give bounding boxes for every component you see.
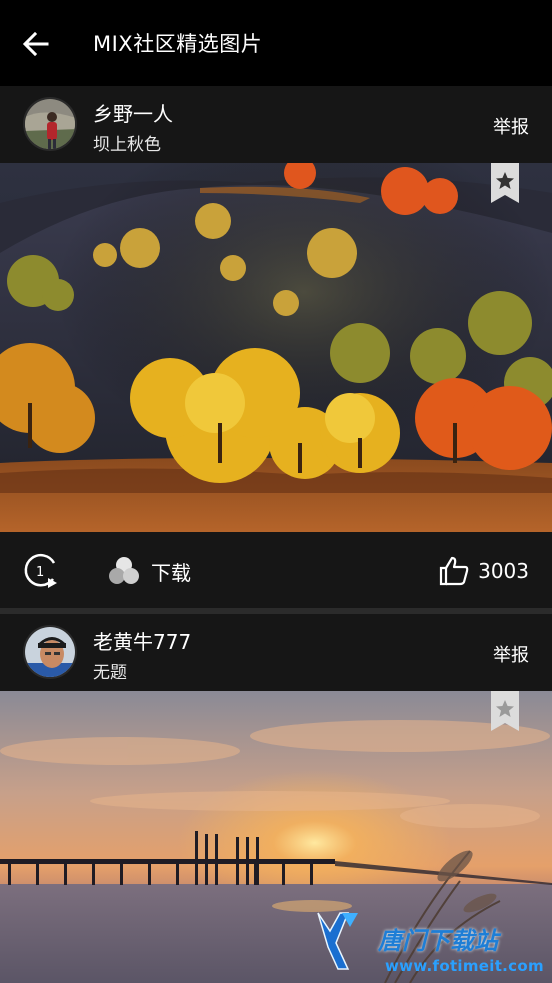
post-photo[interactable]	[0, 163, 552, 532]
post-photo[interactable]: 唐门下载站 www.fotimeit.com	[0, 691, 552, 983]
post-header: 老黄牛777 无题 举报	[0, 614, 552, 691]
app-screen: MIX社区精选图片 乡野一人 坝上秋色 举报 1 下载 3003 老黄牛777 …	[0, 0, 552, 983]
download-label: 下载	[151, 560, 191, 585]
report-button[interactable]: 举报	[493, 113, 529, 139]
back-button[interactable]	[14, 22, 58, 66]
photo-title: 坝上秋色	[93, 135, 161, 155]
star-bookmark-icon[interactable]	[491, 691, 519, 731]
download-icon	[109, 557, 139, 584]
username[interactable]: 老黄牛777	[93, 626, 191, 655]
watermark-text: 唐门下载站	[378, 927, 498, 955]
avatar[interactable]	[23, 97, 77, 151]
post-card: 乡野一人 坝上秋色 举报 1 下载 3003	[0, 86, 552, 608]
post-actions: 1 下载 3003	[0, 532, 552, 608]
top-bar: MIX社区精选图片	[0, 0, 552, 86]
replay-button[interactable]: 1	[23, 552, 61, 590]
report-button[interactable]: 举报	[493, 641, 529, 667]
download-button[interactable]: 下载	[106, 552, 191, 590]
replay-icon: 1	[24, 553, 57, 588]
username[interactable]: 乡野一人	[93, 98, 173, 127]
autumn-landscape-image	[0, 163, 552, 532]
like-button[interactable]: 3003	[438, 552, 529, 590]
page-title: MIX社区精选图片	[93, 32, 263, 56]
post-header: 乡野一人 坝上秋色 举报	[0, 86, 552, 163]
like-count: 3003	[478, 559, 529, 583]
star-bookmark-icon[interactable]	[491, 163, 519, 203]
avatar-image	[25, 627, 75, 677]
watermark-url: www.fotimeit.com	[385, 957, 544, 975]
photo-title: 无题	[93, 663, 127, 683]
avatar[interactable]	[23, 625, 77, 679]
svg-text:1: 1	[36, 565, 44, 580]
avatar-image	[25, 99, 75, 149]
post-card: 老黄牛777 无题 举报 唐门下载站 www.fotimeit.com	[0, 614, 552, 983]
arrow-left-icon	[22, 31, 49, 57]
thumbs-up-icon	[439, 556, 469, 586]
